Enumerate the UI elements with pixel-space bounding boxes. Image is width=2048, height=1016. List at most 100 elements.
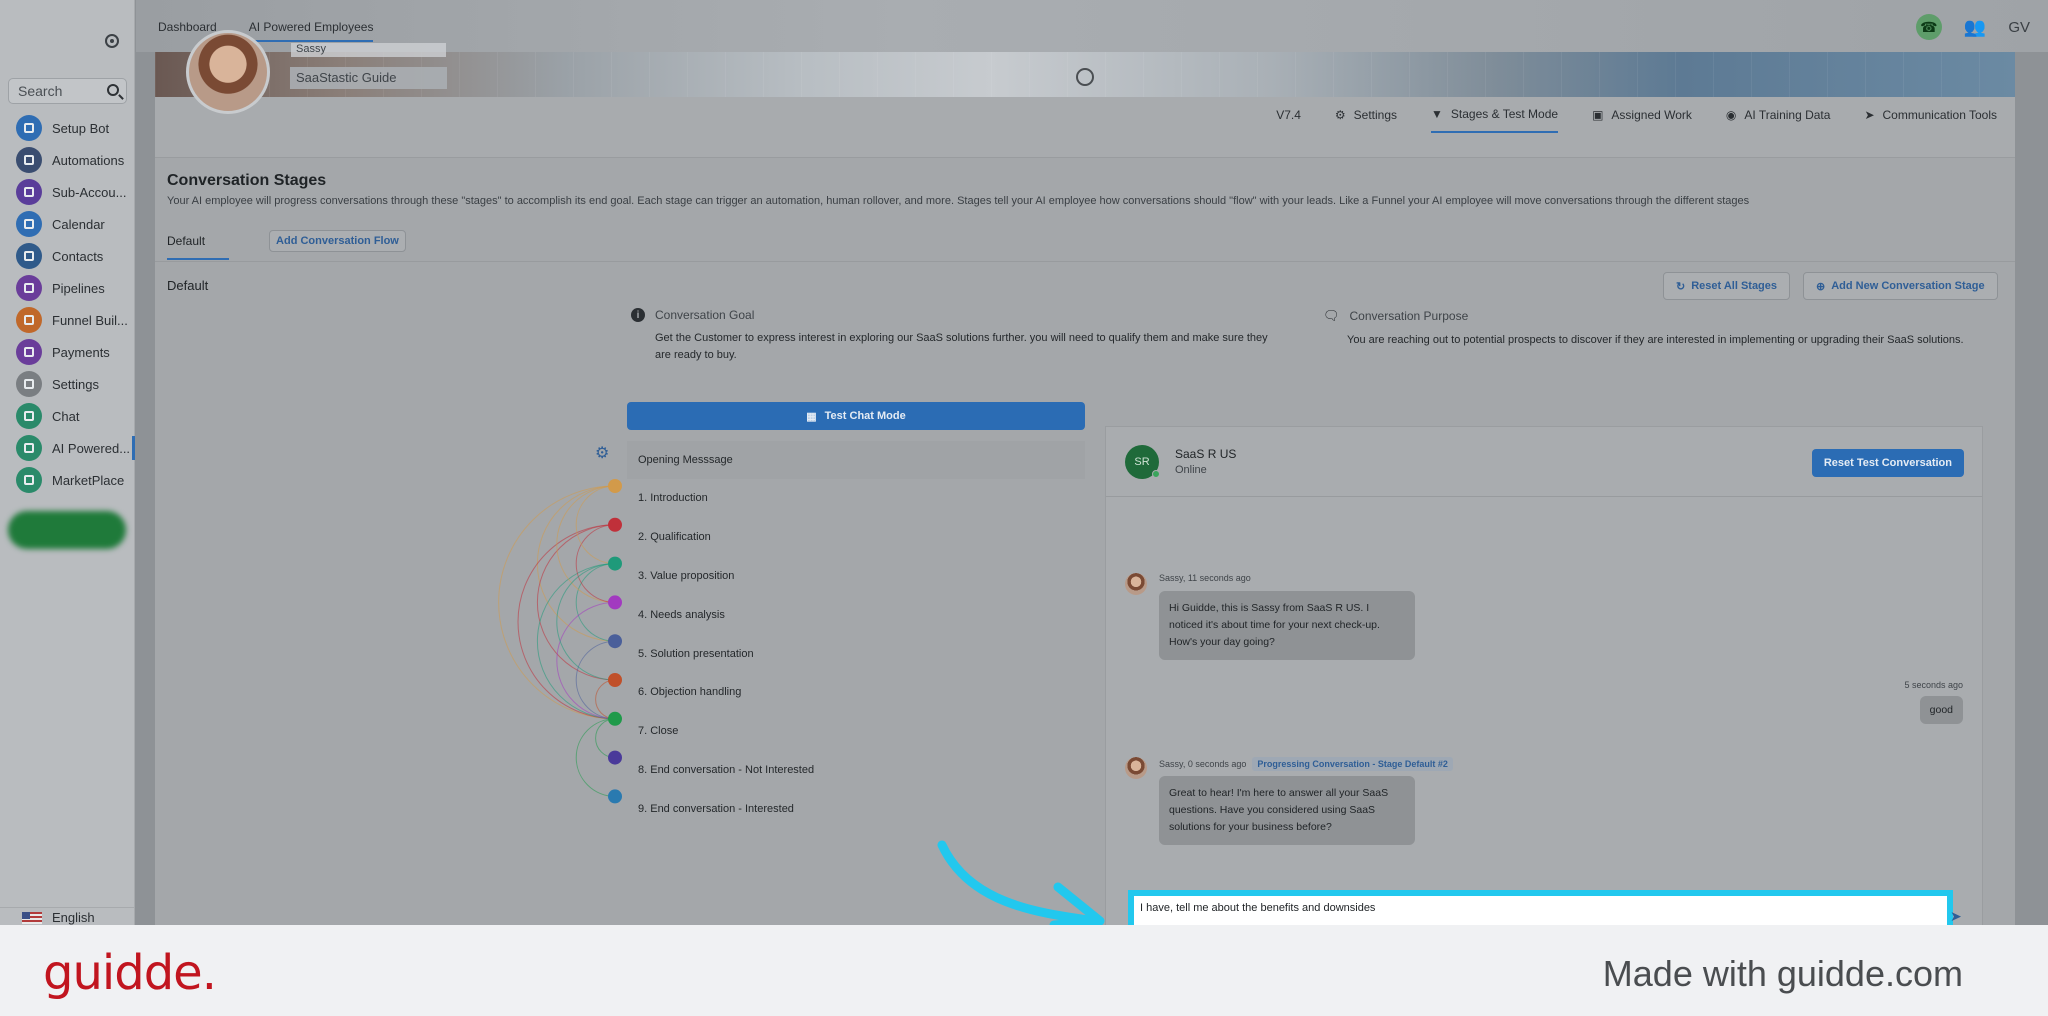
stage-label: 6. Objection handling [638, 686, 742, 699]
sidebar-item-label: Pipelines [52, 280, 105, 296]
stage-node[interactable] [608, 556, 622, 571]
tab-ai-training-data[interactable]: ◉ AI Training Data [1726, 108, 1831, 132]
blurred-cta-button[interactable] [8, 511, 126, 549]
stage-node[interactable] [608, 673, 622, 687]
send-icon[interactable]: ➤ [1950, 908, 1962, 925]
tab-communication-tools[interactable]: ➤ Communication Tools [1864, 108, 1997, 132]
purpose-heading: Conversation Purpose [1349, 309, 1469, 323]
dollar-icon [16, 275, 42, 301]
send-icon: ➤ [1864, 108, 1875, 122]
breadcrumb-ai-employees[interactable]: AI Powered Employees [248, 20, 374, 42]
language-label: English [52, 910, 95, 925]
tab-default-flow[interactable]: Default [167, 230, 230, 260]
conversation-purpose: 🗨 Conversation Purpose You are reaching … [1323, 308, 2003, 349]
sidebar-item-contacts[interactable]: Contacts [0, 240, 135, 272]
stage-item[interactable]: 9. End conversation - Interested [627, 789, 1085, 828]
robot-icon [16, 435, 42, 461]
test-chat-mode-button[interactable]: ▦ Test Chat Mode [627, 402, 1085, 430]
stage-item[interactable]: 1. Introduction [627, 479, 1085, 518]
sidebar-item-marketplace[interactable]: MarketPlace [0, 464, 135, 496]
tab-label: Stages & Test Mode [1450, 107, 1559, 121]
stage-label: 1. Introduction [638, 492, 708, 505]
stage-item[interactable]: 4. Needs analysis [627, 595, 1085, 634]
add-stage-label: Add New Conversation Stage [1831, 280, 1985, 292]
gear-icon [16, 371, 42, 397]
stage-label: Opening Messsage [638, 454, 733, 466]
sidebar-item-payments[interactable]: Payments [0, 336, 135, 368]
sidebar-search-placeholder: Search [18, 83, 63, 99]
stage-label: 8. End conversation - Not Interested [638, 763, 815, 776]
goal-heading: Conversation Goal [655, 308, 755, 322]
sidebar-toggle-icon[interactable] [105, 34, 119, 48]
language-selector[interactable]: English [0, 907, 135, 927]
us-flag-icon [22, 911, 42, 924]
sidebar-item-ai-powered[interactable]: AI Powered... [0, 432, 135, 464]
sidebar: Search Setup Bot Automations Sub-Accou..… [0, 0, 135, 925]
stage-connection [498, 485, 616, 720]
sidebar-item-setup-bot[interactable]: Setup Bot [0, 112, 135, 144]
tab-label: Communication Tools [1882, 108, 1998, 122]
stage-item[interactable]: 7. Close [627, 712, 1085, 751]
message-meta-text: Sassy, 0 seconds ago [1159, 759, 1247, 769]
stage-item[interactable]: 3. Value proposition [627, 557, 1085, 596]
footer: guidde. Made with guidde.com [0, 925, 2048, 1016]
contact-status: Online [1175, 464, 1207, 476]
gear-icon[interactable]: ⚙ [595, 443, 609, 463]
reset-all-stages-button[interactable]: ↻ Reset All Stages [1663, 272, 1791, 300]
sidebar-item-calendar[interactable]: Calendar [0, 208, 135, 240]
tab-stages-test-mode[interactable]: ▼ Stages & Test Mode [1431, 107, 1559, 133]
contact-name: SaaS R US [1175, 447, 1237, 461]
sidebar-item-automations[interactable]: Automations [0, 144, 135, 176]
page-title: Conversation Stages [167, 172, 327, 189]
message-meta: Sassy, 0 seconds ago Progressing Convers… [1159, 757, 1453, 771]
sidebar-item-sub-accounts[interactable]: Sub-Accou... [0, 176, 135, 208]
user-avatar[interactable]: GV [2008, 19, 2030, 36]
location-pin-icon: ◉ [1725, 108, 1737, 122]
guidde-logo: guidde. [43, 945, 217, 1001]
stage-item[interactable]: 2. Qualification [627, 518, 1085, 557]
stage-opening-message[interactable]: Opening Messsage [627, 441, 1085, 479]
message-meta: 5 seconds ago [1904, 680, 1963, 690]
stage-node[interactable] [608, 634, 622, 649]
stage-item[interactable]: 8. End conversation - Not Interested [627, 751, 1085, 790]
plus-circle-icon: ⊕ [1816, 280, 1826, 293]
add-conversation-stage-button[interactable]: ⊕ Add New Conversation Stage [1803, 272, 1998, 300]
sidebar-item-chat[interactable]: Chat [0, 400, 135, 432]
stage-item[interactable]: 6. Objection handling [627, 673, 1085, 712]
sidebar-item-pipelines[interactable]: Pipelines [0, 272, 135, 304]
sidebar-item-label: Contacts [52, 248, 104, 264]
sidebar-item-label: AI Powered... [52, 440, 131, 456]
chat-message-input[interactable]: I have, tell me about the benefits and d… [1140, 902, 1930, 914]
topbar-actions: ☎ 👥 GV [1915, 14, 2030, 40]
employee-tabs: V7.4 ⚙ Settings ▼ Stages & Test Mode ▣ Assi… [1276, 107, 1997, 133]
phone-icon[interactable]: ☎ [1915, 14, 1942, 40]
user-icon [16, 179, 42, 205]
test-chat-label: Test Chat Mode [824, 410, 906, 422]
sidebar-item-label: Payments [52, 344, 110, 360]
sidebar-item-settings[interactable]: Settings [0, 368, 135, 400]
stage-label: 7. Close [638, 725, 679, 738]
stage-progress-badge: Progressing Conversation - Stage Default… [1252, 757, 1453, 771]
tab-settings[interactable]: ⚙ Settings [1335, 108, 1397, 132]
stage-node[interactable] [608, 517, 622, 532]
banner-decoration-icon [1076, 68, 1094, 86]
stage-node[interactable] [608, 595, 622, 610]
chat-header: SR SaaS R US Online Reset Test Conversat… [1106, 427, 1982, 497]
assistant-message: Hi Guidde, this is Sassy from SaaS R US.… [1159, 591, 1415, 660]
purpose-heading-row: 🗨 Conversation Purpose [1323, 308, 2003, 324]
stage-node[interactable] [608, 750, 622, 765]
assistant-avatar [1125, 757, 1147, 779]
stage-node[interactable] [608, 789, 622, 804]
reset-test-conversation-button[interactable]: Reset Test Conversation [1811, 449, 1964, 477]
sidebar-nav: Setup Bot Automations Sub-Accou... Calen… [0, 112, 135, 496]
tab-assigned-work[interactable]: ▣ Assigned Work [1592, 108, 1692, 132]
sidebar-search[interactable]: Search [8, 78, 127, 104]
search-icon[interactable] [107, 84, 119, 96]
add-conversation-flow-button[interactable]: Add Conversation Flow [269, 230, 406, 252]
stage-node[interactable] [608, 479, 622, 493]
sidebar-item-funnel-builder[interactable]: Funnel Buil... [0, 304, 135, 336]
stage-node[interactable] [608, 711, 622, 726]
funnel-icon [16, 307, 42, 333]
users-icon[interactable]: 👥 [1964, 17, 1986, 38]
stage-item[interactable]: 5. Solution presentation [627, 634, 1085, 673]
